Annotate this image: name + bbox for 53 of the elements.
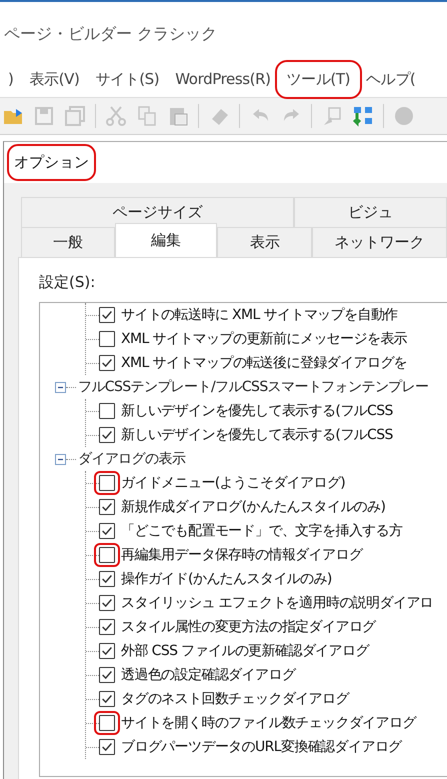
checkbox[interactable] — [99, 595, 115, 611]
option-label: 透過色の設定確認ダイアログ — [121, 666, 296, 684]
checkbox[interactable] — [99, 547, 115, 563]
menu-item[interactable]: ) — [0, 64, 22, 94]
option-label: XML サイトマップの更新前にメッセージを表示 — [121, 330, 408, 348]
checkbox[interactable] — [99, 715, 115, 731]
checkbox[interactable] — [99, 667, 115, 683]
option-label: 新規作成ダイアログ(かんたんスタイルのみ) — [121, 498, 386, 516]
option-label: 再編集用データ保存時の情報ダイアログ — [121, 546, 362, 564]
option-label: スタイル属性の変更方法の指定ダイアログ — [121, 618, 376, 636]
checkbox[interactable] — [99, 691, 115, 707]
checkbox[interactable] — [99, 403, 115, 419]
network-icon[interactable] — [352, 105, 374, 127]
tab[interactable]: ビジュ — [294, 197, 447, 227]
tab[interactable]: 編集 — [115, 223, 218, 257]
option-label: XML サイトマップの転送後に登録ダイアログを — [121, 354, 408, 372]
tab[interactable]: ページサイズ — [21, 197, 294, 227]
checkbox[interactable] — [99, 499, 115, 515]
checkbox[interactable] — [99, 523, 115, 539]
option-label: 新しいデザインを優先して表示する(フルCSS — [121, 426, 393, 444]
option-label: サイトの転送時に XML サイトマップを自動作 — [121, 306, 398, 324]
option-label: スタイリッシュ エフェクトを適用時の説明ダイアロ — [121, 594, 434, 612]
collapse-toggle[interactable] — [55, 454, 66, 464]
app-title: ページ・ビルダー クラシック — [4, 24, 218, 45]
menu-item[interactable]: WordPress(R) — [167, 64, 279, 94]
option-label: ブログパーツデータのURL変換確認ダイアログ — [121, 738, 402, 756]
option-label: タグのネスト回数チェックダイアログ — [121, 690, 349, 708]
option-label: 操作ガイド(かんたんスタイルのみ) — [121, 570, 332, 588]
settings-label: 設定(S): — [39, 273, 96, 291]
checkbox[interactable] — [99, 307, 115, 323]
checkbox[interactable] — [99, 355, 115, 371]
checkbox[interactable] — [99, 475, 115, 491]
group-label: フルCSSテンプレート/フルCSSスマートフォンテンプレー — [78, 378, 428, 396]
menu-item[interactable]: サイト(S) — [87, 64, 168, 94]
option-label: 外部 CSS ファイルの更新確認ダイアログ — [121, 642, 369, 660]
option-label: サイトを開く時のファイル数チェックダイアログ — [121, 714, 416, 732]
tab[interactable]: 一般 — [21, 227, 116, 257]
checkbox[interactable] — [99, 571, 115, 587]
menu-item[interactable]: 表示(V) — [21, 64, 88, 94]
menu-item[interactable]: ヘルプ( — [358, 64, 424, 94]
checkbox[interactable] — [99, 619, 115, 635]
collapse-toggle[interactable] — [55, 382, 66, 392]
tab[interactable]: 表示 — [217, 227, 312, 257]
option-label: ガイドメニュー(ようこそダイアログ) — [121, 474, 346, 492]
checkbox[interactable] — [99, 427, 115, 443]
option-label: 新しいデザインを優先して表示する(フルCSS — [121, 402, 393, 420]
dialog-title: オプション — [10, 147, 93, 178]
checkbox[interactable] — [99, 643, 115, 659]
tab[interactable]: ネットワーク — [312, 227, 447, 257]
option-label: 「どこでも配置モード」で、文字を挿入する方 — [121, 522, 402, 540]
group-label: ダイアログの表示 — [78, 450, 186, 468]
checkbox[interactable] — [99, 739, 115, 755]
checkbox[interactable] — [99, 331, 115, 347]
